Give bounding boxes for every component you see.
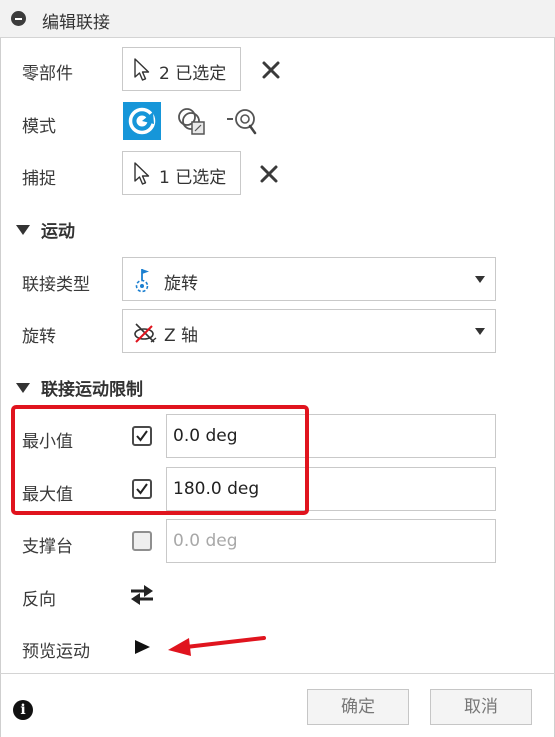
mode-simple-button[interactable] xyxy=(123,102,161,140)
rotation-label: 旋转 xyxy=(22,327,56,347)
rotation-axis-value: Z 轴 xyxy=(164,326,199,346)
info-icon[interactable]: i xyxy=(13,700,33,720)
snap-selector[interactable]: 1 已选定 xyxy=(122,151,241,195)
dropdown-arrow-icon xyxy=(475,276,485,283)
mode-between-two-faces-button[interactable] xyxy=(172,102,210,140)
snap-label: 捕捉 xyxy=(22,169,56,189)
components-selection-count: 2 已选定 xyxy=(159,64,227,84)
collapse-triangle-icon xyxy=(16,225,30,235)
rest-checkbox[interactable] xyxy=(132,531,152,551)
collapse-triangle-icon xyxy=(16,383,30,393)
limits-section-title: 联接运动限制 xyxy=(41,380,143,400)
mode-label: 模式 xyxy=(22,117,56,137)
dialog-titlebar: 编辑联接 xyxy=(0,0,555,38)
joint-type-value: 旋转 xyxy=(164,274,198,294)
joint-type-dropdown[interactable]: 旋转 xyxy=(122,257,496,301)
edge-intersection-icon xyxy=(227,109,257,135)
reverse-label: 反向 xyxy=(22,590,56,610)
mode-two-edge-intersection-button[interactable] xyxy=(224,102,262,140)
flip-icon[interactable] xyxy=(128,582,156,608)
motion-section-header[interactable]: 运动 xyxy=(16,217,75,242)
components-selector[interactable]: 2 已选定 xyxy=(122,47,241,91)
limits-section-header[interactable]: 联接运动限制 xyxy=(16,375,143,400)
dialog-footer: i 确定 取消 xyxy=(0,673,555,737)
play-icon[interactable] xyxy=(134,639,152,655)
joint-type-label: 联接类型 xyxy=(22,275,90,295)
dialog-title: 编辑联接 xyxy=(42,13,110,33)
rest-label: 支撑台 xyxy=(22,537,73,557)
motion-section-title: 运动 xyxy=(41,222,75,242)
revolute-joint-icon xyxy=(135,269,149,293)
snap-selection-count: 1 已选定 xyxy=(159,168,227,188)
cursor-icon xyxy=(134,58,150,81)
preview-label: 预览运动 xyxy=(22,642,90,662)
clear-snap-icon[interactable] xyxy=(259,164,279,184)
highlight-annotation-box xyxy=(11,405,309,515)
z-axis-icon xyxy=(134,323,157,343)
ok-button[interactable]: 确定 xyxy=(307,689,409,725)
between-faces-icon xyxy=(178,108,205,135)
annotation-arrow-icon xyxy=(168,636,266,656)
rest-value-input[interactable] xyxy=(166,519,496,563)
cursor-icon xyxy=(134,162,150,185)
collapse-icon[interactable] xyxy=(11,11,26,26)
simple-mode-icon xyxy=(128,107,156,135)
components-label: 零部件 xyxy=(22,64,73,84)
rotation-axis-dropdown[interactable]: Z 轴 xyxy=(122,309,496,353)
clear-components-icon[interactable] xyxy=(261,60,281,80)
cancel-button[interactable]: 取消 xyxy=(430,689,532,725)
dropdown-arrow-icon xyxy=(475,328,485,335)
